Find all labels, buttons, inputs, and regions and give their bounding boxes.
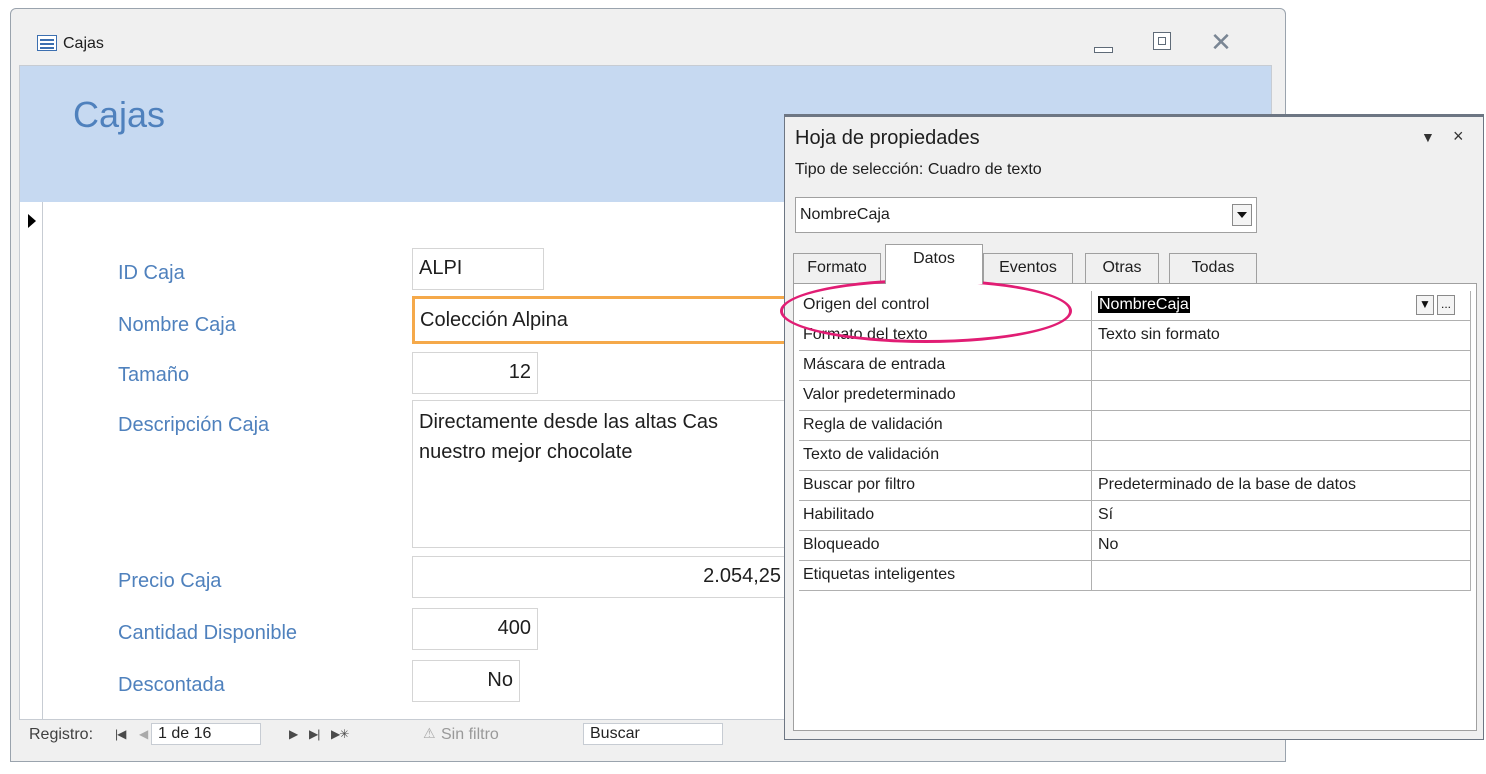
- tab-datos[interactable]: Datos: [885, 244, 983, 284]
- property-value[interactable]: No: [1092, 531, 1471, 561]
- close-icon[interactable]: ✕: [1206, 29, 1236, 55]
- first-record-icon[interactable]: |◀: [115, 727, 126, 741]
- id-caja-field[interactable]: ALPI: [412, 248, 544, 290]
- property-row[interactable]: Regla de validación: [794, 411, 1476, 441]
- dropdown-arrow-icon[interactable]: [1232, 204, 1252, 226]
- tab-todas[interactable]: Todas: [1169, 253, 1257, 283]
- builder-button[interactable]: ...: [1437, 295, 1455, 315]
- record-selector-icon: [28, 214, 36, 228]
- tab-otras[interactable]: Otras: [1085, 253, 1159, 283]
- new-record-icon[interactable]: ▶✳: [331, 727, 349, 741]
- property-name: Texto de validación: [799, 441, 1092, 471]
- label-id-caja: ID Caja: [118, 262, 185, 284]
- minimize-icon[interactable]: [1087, 29, 1117, 55]
- maximize-icon[interactable]: [1147, 29, 1177, 55]
- dropdown-arrow-icon[interactable]: ▼: [1416, 295, 1434, 315]
- property-value-text: NombreCaja: [1098, 296, 1190, 313]
- record-selector[interactable]: [20, 202, 43, 734]
- control-selector-dropdown[interactable]: NombreCaja: [795, 197, 1257, 233]
- property-row[interactable]: Origen del control NombreCaja ▼ ...: [794, 291, 1476, 321]
- current-record-input[interactable]: 1 de 16: [151, 723, 261, 745]
- label-cantidad-disponible: Cantidad Disponible: [118, 622, 298, 644]
- last-record-icon[interactable]: ▶|: [309, 727, 320, 741]
- property-value[interactable]: Sí: [1092, 501, 1471, 531]
- record-label: Registro:: [29, 726, 94, 743]
- property-sheet-close-icon[interactable]: ×: [1453, 126, 1464, 147]
- label-descontada: Descontada: [118, 674, 225, 696]
- property-sheet-title: Hoja de propiedades: [795, 127, 980, 149]
- property-name: Bloqueado: [799, 531, 1092, 561]
- selection-type: Tipo de selección: Cuadro de texto: [795, 161, 1042, 178]
- property-grid: Origen del control NombreCaja ▼ ... Form…: [793, 283, 1477, 731]
- property-value[interactable]: [1092, 351, 1471, 381]
- property-name: Formato del texto: [799, 321, 1092, 351]
- descripcion-line-2: nuestro mejor chocolate: [419, 441, 633, 463]
- property-row[interactable]: Formato del texto Texto sin formato: [794, 321, 1476, 351]
- label-tamano: Tamaño: [118, 364, 190, 386]
- property-value[interactable]: NombreCaja ▼ ...: [1092, 291, 1471, 321]
- filter-icon: ⚠: [423, 725, 436, 741]
- property-value[interactable]: Texto sin formato: [1092, 321, 1471, 351]
- property-name: Habilitado: [799, 501, 1092, 531]
- label-precio-caja: Precio Caja: [118, 570, 222, 592]
- descontada-field[interactable]: No: [412, 660, 520, 702]
- property-sheet: Hoja de propiedades ▼ × Tipo de selecció…: [784, 114, 1484, 740]
- property-name: Origen del control: [799, 291, 1092, 321]
- window-title: Cajas: [63, 35, 104, 52]
- filter-status[interactable]: Sin filtro: [441, 726, 499, 744]
- nombre-caja-field[interactable]: Colección Alpina: [412, 296, 790, 344]
- next-record-icon[interactable]: ▶: [289, 727, 298, 741]
- property-value[interactable]: Predeterminado de la base de datos: [1092, 471, 1471, 501]
- property-name: Valor predeterminado: [799, 381, 1092, 411]
- property-row[interactable]: Máscara de entrada: [794, 351, 1476, 381]
- tamano-field[interactable]: 12: [412, 352, 538, 394]
- property-value[interactable]: [1092, 381, 1471, 411]
- property-row[interactable]: Valor predeterminado: [794, 381, 1476, 411]
- precio-caja-field[interactable]: 2.054,25: [412, 556, 788, 598]
- property-value[interactable]: [1092, 411, 1471, 441]
- property-row[interactable]: Bloqueado No: [794, 531, 1476, 561]
- form-heading: Cajas: [73, 94, 166, 135]
- descripcion-caja-field[interactable]: Directamente desde las altas Cas nuestro…: [412, 400, 788, 548]
- property-row[interactable]: Etiquetas inteligentes: [794, 561, 1476, 591]
- previous-record-icon[interactable]: ◀: [139, 727, 148, 741]
- form-icon: [37, 35, 57, 51]
- property-name: Etiquetas inteligentes: [799, 561, 1092, 591]
- property-row[interactable]: Texto de validación: [794, 441, 1476, 471]
- property-name: Máscara de entrada: [799, 351, 1092, 381]
- property-name: Buscar por filtro: [799, 471, 1092, 501]
- cantidad-disponible-field[interactable]: 400: [412, 608, 538, 650]
- property-row[interactable]: Buscar por filtro Predeterminado de la b…: [794, 471, 1476, 501]
- descripcion-line-1: Directamente desde las altas Cas: [419, 411, 719, 433]
- label-descripcion-caja: Descripción Caja: [118, 414, 270, 436]
- property-value[interactable]: [1092, 561, 1471, 591]
- label-nombre-caja: Nombre Caja: [118, 314, 236, 336]
- property-row[interactable]: Habilitado Sí: [794, 501, 1476, 531]
- property-name: Regla de validación: [799, 411, 1092, 441]
- search-input[interactable]: Buscar: [583, 723, 723, 745]
- property-value[interactable]: [1092, 441, 1471, 471]
- tab-formato[interactable]: Formato: [793, 253, 881, 283]
- title-bar: Cajas ✕: [11, 9, 1285, 73]
- tab-eventos[interactable]: Eventos: [983, 253, 1073, 283]
- pin-icon[interactable]: ▼: [1421, 129, 1435, 145]
- selected-control: NombreCaja: [800, 206, 890, 223]
